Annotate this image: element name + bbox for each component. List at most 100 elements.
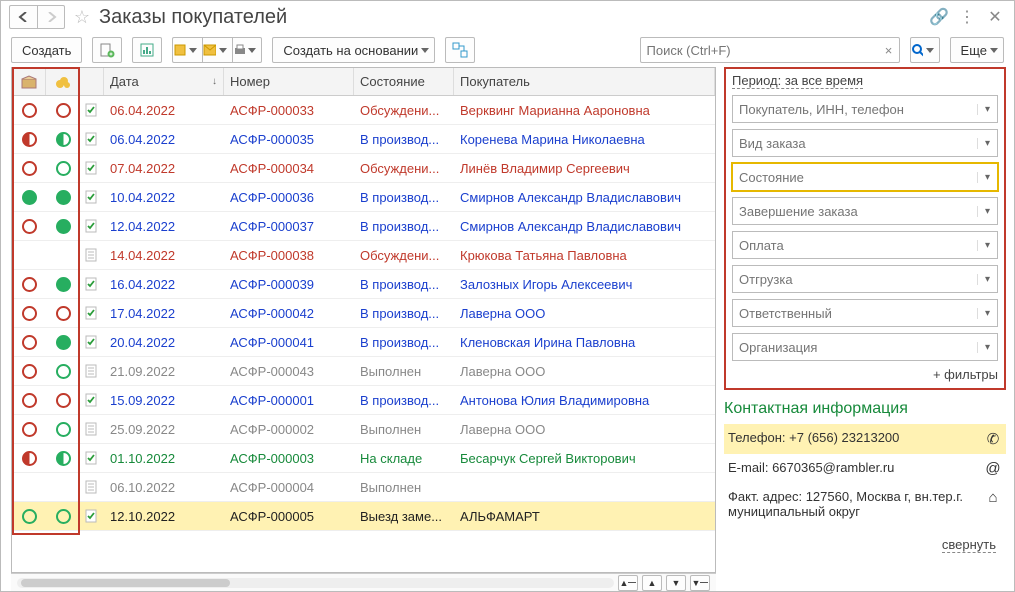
contact-panel: Контактная информация Телефон: +7 (656) … bbox=[724, 400, 1006, 525]
date-cell: 15.09.2022 bbox=[104, 386, 224, 414]
print-button[interactable] bbox=[232, 37, 262, 63]
table-row[interactable]: 14.04.2022АСФР-000038Обсуждени...Крюкова… bbox=[12, 241, 715, 270]
date-cell: 17.04.2022 bbox=[104, 299, 224, 327]
attach-button[interactable] bbox=[172, 37, 202, 63]
scroll-down-button[interactable]: ▼ bbox=[666, 575, 686, 591]
dropdown-icon[interactable]: ▾ bbox=[977, 240, 997, 251]
status1-cell bbox=[12, 299, 46, 327]
col-date[interactable]: Дата↓ bbox=[104, 68, 224, 95]
col-number[interactable]: Номер bbox=[224, 68, 354, 95]
phone-icon[interactable]: ✆ bbox=[984, 430, 1002, 448]
table-row[interactable]: 21.09.2022АСФР-000043ВыполненЛаверна ООО bbox=[12, 357, 715, 386]
close-icon[interactable]: ✕ bbox=[984, 6, 1006, 28]
status2-cell bbox=[46, 241, 80, 269]
table-row[interactable]: 12.10.2022АСФР-000005Выезд заме...АЛЬФАМ… bbox=[12, 502, 715, 531]
table-row[interactable]: 12.04.2022АСФР-000037В производ...Смирно… bbox=[12, 212, 715, 241]
table-row[interactable]: 06.04.2022АСФР-000033Обсуждени...Верквин… bbox=[12, 96, 715, 125]
report-button[interactable] bbox=[132, 37, 162, 63]
number-cell: АСФР-000003 bbox=[224, 444, 354, 472]
link-icon[interactable]: 🔗 bbox=[928, 6, 950, 28]
number-cell: АСФР-000036 bbox=[224, 183, 354, 211]
state-cell: В производ... bbox=[354, 212, 454, 240]
nav-forward-button[interactable] bbox=[37, 5, 65, 29]
structure-button[interactable] bbox=[445, 37, 475, 63]
status2-cell bbox=[46, 270, 80, 298]
state-cell: На складе bbox=[354, 444, 454, 472]
date-cell: 01.10.2022 bbox=[104, 444, 224, 472]
buyer-cell: Крюкова Татьяна Павловна bbox=[454, 241, 715, 269]
email-icon[interactable]: @ bbox=[984, 460, 1002, 477]
date-cell: 12.04.2022 bbox=[104, 212, 224, 240]
nav-back-button[interactable] bbox=[9, 5, 37, 29]
table-row[interactable]: 20.04.2022АСФР-000041В производ...Кленов… bbox=[12, 328, 715, 357]
more-button[interactable]: Еще bbox=[950, 37, 1004, 63]
mail-button[interactable] bbox=[202, 37, 232, 63]
number-cell: АСФР-000037 bbox=[224, 212, 354, 240]
dropdown-icon[interactable]: ▾ bbox=[977, 342, 997, 353]
kebab-menu-icon[interactable]: ⋮ bbox=[956, 6, 978, 28]
number-cell: АСФР-000033 bbox=[224, 96, 354, 124]
dropdown-icon[interactable]: ▾ bbox=[977, 138, 997, 149]
table-row[interactable]: 10.04.2022АСФР-000036В производ...Смирно… bbox=[12, 183, 715, 212]
favorite-star-icon[interactable]: ☆ bbox=[71, 6, 93, 28]
search-field[interactable]: × bbox=[640, 37, 900, 63]
col-state[interactable]: Состояние bbox=[354, 68, 454, 95]
table-row[interactable]: 06.10.2022АСФР-000004Выполнен bbox=[12, 473, 715, 502]
table-row[interactable]: 07.04.2022АСФР-000034Обсуждени...Линёв В… bbox=[12, 154, 715, 183]
doc-icon-cell bbox=[80, 473, 104, 501]
search-input[interactable] bbox=[641, 43, 879, 58]
status2-cell bbox=[46, 328, 80, 356]
number-cell: АСФР-000038 bbox=[224, 241, 354, 269]
col-status2[interactable] bbox=[46, 68, 80, 95]
number-cell: АСФР-000001 bbox=[224, 386, 354, 414]
create-based-button[interactable]: Создать на основании bbox=[272, 37, 435, 63]
scroll-bottom-button[interactable]: ▼ bbox=[690, 575, 710, 591]
doc-icon-cell bbox=[80, 96, 104, 124]
create-button[interactable]: Создать bbox=[11, 37, 82, 63]
doc-icon-cell bbox=[80, 125, 104, 153]
filter-payment[interactable]: ▾ bbox=[732, 231, 998, 259]
buyer-cell bbox=[454, 473, 715, 501]
table-row[interactable]: 06.04.2022АСФР-000035В производ...Корене… bbox=[12, 125, 715, 154]
copy-button[interactable] bbox=[92, 37, 122, 63]
home-icon[interactable]: ⌂ bbox=[984, 489, 1002, 506]
col-buyer[interactable]: Покупатель bbox=[454, 68, 715, 95]
doc-icon-cell bbox=[80, 357, 104, 385]
period-link[interactable]: Период: за все время bbox=[732, 73, 863, 89]
doc-icon-cell bbox=[80, 502, 104, 530]
contact-phone-row[interactable]: Телефон: +7 (656) 23213200 ✆ bbox=[724, 424, 1006, 454]
filter-responsible[interactable]: ▾ bbox=[732, 299, 998, 327]
filter-completion[interactable]: ▾ bbox=[732, 197, 998, 225]
add-filters-link[interactable]: + фильтры bbox=[732, 367, 998, 382]
dropdown-icon[interactable]: ▾ bbox=[977, 206, 997, 217]
col-status1[interactable] bbox=[12, 68, 46, 95]
orders-grid[interactable]: Дата↓ Номер Состояние Покупатель 06.04.2… bbox=[11, 67, 716, 573]
status1-cell bbox=[12, 183, 46, 211]
search-clear-icon[interactable]: × bbox=[879, 43, 899, 58]
doc-icon-cell bbox=[80, 415, 104, 443]
filter-shipment[interactable]: ▾ bbox=[732, 265, 998, 293]
table-row[interactable]: 01.10.2022АСФР-000003На складеБесарчук С… bbox=[12, 444, 715, 473]
table-row[interactable]: 15.09.2022АСФР-000001В производ...Антоно… bbox=[12, 386, 715, 415]
search-run-button[interactable] bbox=[910, 37, 940, 63]
table-row[interactable]: 25.09.2022АСФР-000002ВыполненЛаверна ООО bbox=[12, 415, 715, 444]
h-scrollbar[interactable] bbox=[17, 578, 614, 588]
filter-org[interactable]: ▾ bbox=[732, 333, 998, 361]
dropdown-icon[interactable]: ▾ bbox=[977, 308, 997, 319]
dropdown-icon[interactable]: ▾ bbox=[977, 172, 997, 183]
dropdown-icon[interactable]: ▾ bbox=[977, 104, 997, 115]
number-cell: АСФР-000005 bbox=[224, 502, 354, 530]
scroll-top-button[interactable]: ▲ bbox=[618, 575, 638, 591]
contact-email-row[interactable]: E-mail: 6670365@rambler.ru @ bbox=[724, 454, 1006, 483]
status2-cell bbox=[46, 154, 80, 182]
dropdown-icon[interactable]: ▾ bbox=[977, 274, 997, 285]
status2-cell bbox=[46, 386, 80, 414]
collapse-link[interactable]: свернуть bbox=[942, 537, 996, 553]
col-doc[interactable] bbox=[80, 68, 104, 95]
scroll-up-button[interactable]: ▲ bbox=[642, 575, 662, 591]
filter-order-type[interactable]: ▾ bbox=[732, 129, 998, 157]
table-row[interactable]: 17.04.2022АСФР-000042В производ...Лаверн… bbox=[12, 299, 715, 328]
filter-state[interactable]: ▾ bbox=[732, 163, 998, 191]
table-row[interactable]: 16.04.2022АСФР-000039В производ...Залозн… bbox=[12, 270, 715, 299]
filter-buyer[interactable]: ▾ bbox=[732, 95, 998, 123]
